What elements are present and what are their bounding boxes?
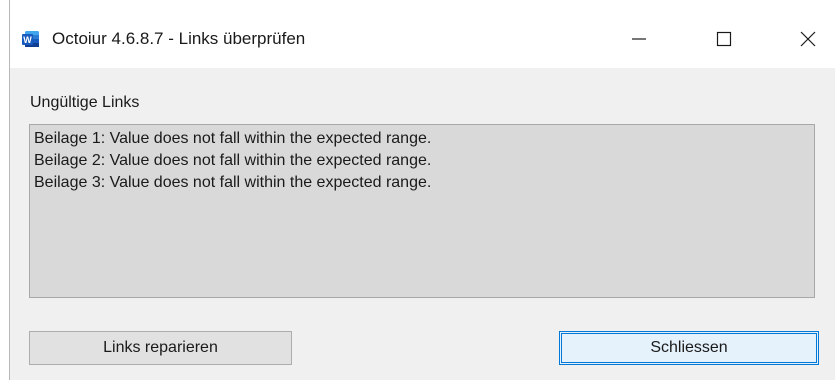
invalid-links-label: Ungültige Links bbox=[30, 94, 140, 111]
dialog-body: Ungültige Links Beilage 1: Value does no… bbox=[10, 68, 835, 380]
list-item[interactable]: Beilage 1: Value does not fall within th… bbox=[34, 128, 810, 150]
word-app-icon: W bbox=[22, 30, 40, 48]
invalid-links-list[interactable]: Beilage 1: Value does not fall within th… bbox=[29, 124, 815, 298]
close-window-button[interactable] bbox=[780, 14, 835, 64]
close-button[interactable]: Schliessen bbox=[559, 331, 819, 365]
minimize-icon bbox=[631, 31, 647, 47]
list-item[interactable]: Beilage 3: Value does not fall within th… bbox=[34, 172, 810, 194]
close-icon bbox=[800, 31, 816, 47]
minimize-button[interactable] bbox=[611, 14, 667, 64]
window-title: Octoiur 4.6.8.7 - Links überprüfen bbox=[52, 29, 306, 48]
maximize-button[interactable] bbox=[696, 14, 752, 64]
dialog-window: W Octoiur 4.6.8.7 - Links überprüfen Ung… bbox=[9, 0, 835, 380]
title-bar[interactable]: W Octoiur 4.6.8.7 - Links überprüfen bbox=[10, 0, 835, 68]
list-item[interactable]: Beilage 2: Value does not fall within th… bbox=[34, 150, 810, 172]
maximize-icon bbox=[716, 31, 732, 47]
repair-links-button[interactable]: Links reparieren bbox=[29, 331, 292, 365]
app-icon-letter: W bbox=[23, 35, 32, 45]
